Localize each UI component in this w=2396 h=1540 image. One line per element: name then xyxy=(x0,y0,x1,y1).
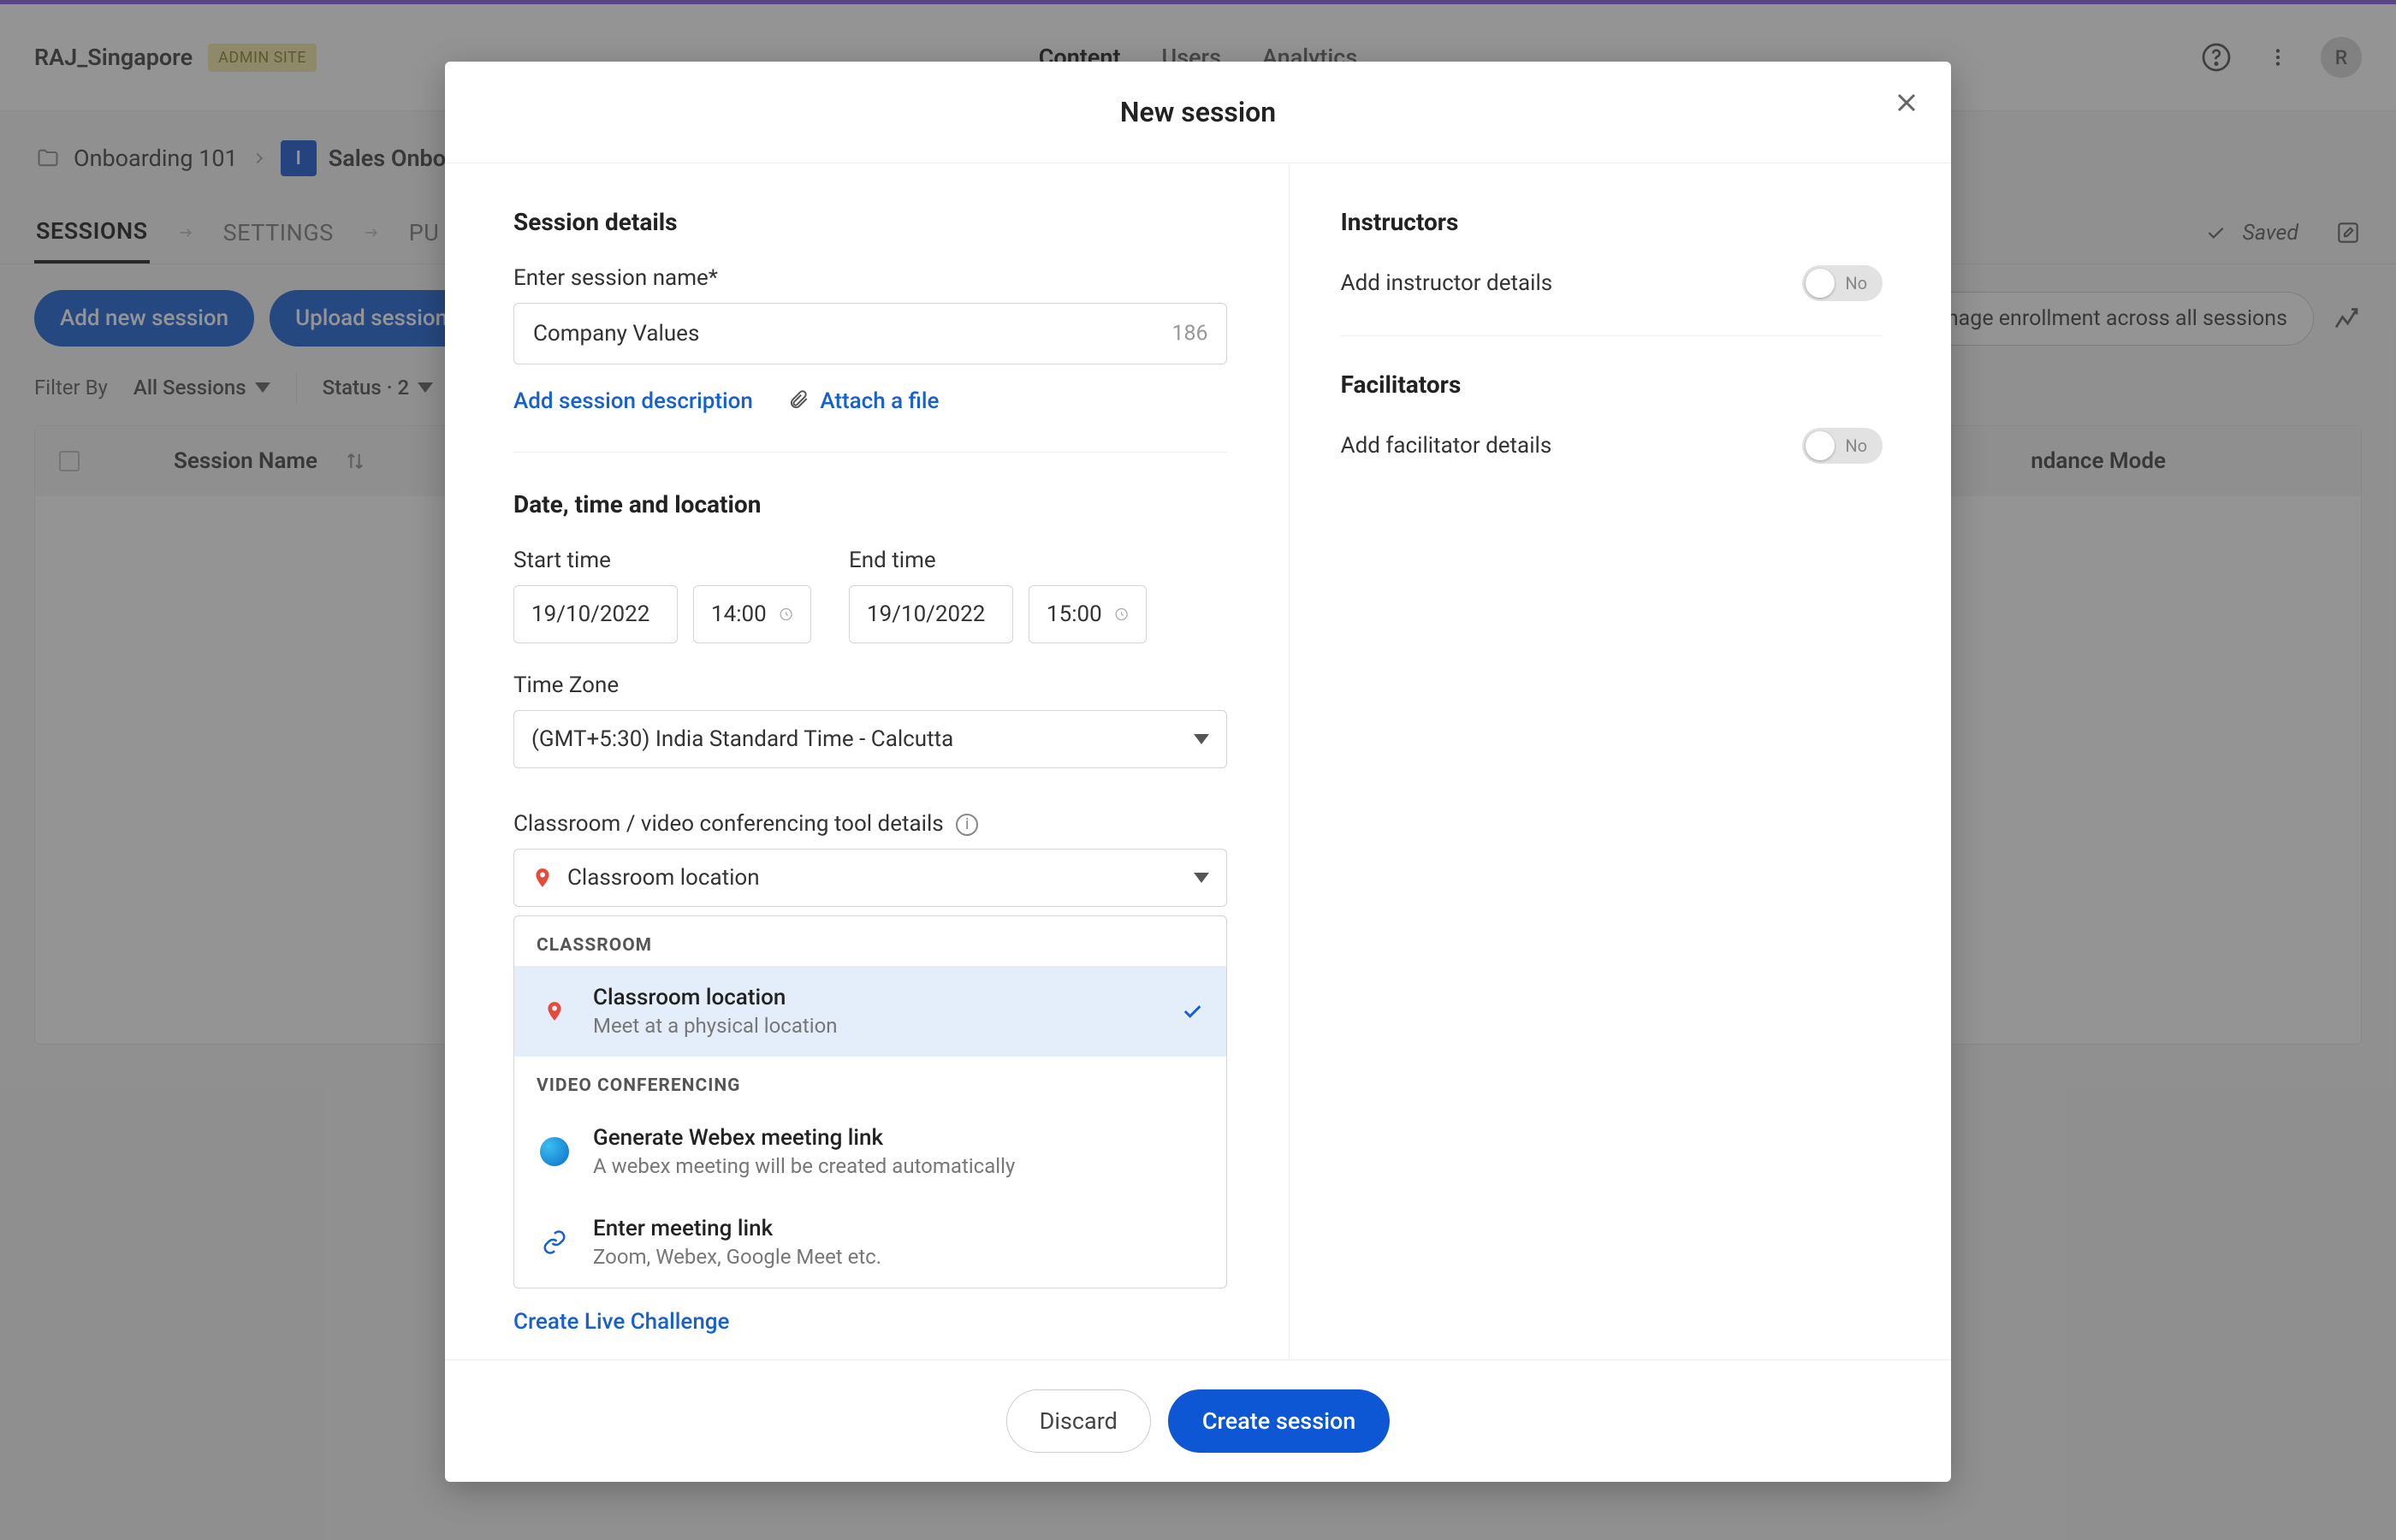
clock-icon xyxy=(779,604,793,625)
modal-overlay: New session Session details Enter sessio… xyxy=(0,0,2396,1540)
dropdown-section-classroom: CLASSROOM xyxy=(514,916,1226,966)
session-name-label: Enter session name* xyxy=(513,265,1227,291)
dropdown-option-subtitle: A webex meeting will be created automati… xyxy=(593,1154,1015,1178)
start-time-input[interactable]: 14:00 xyxy=(693,585,811,643)
paperclip-icon xyxy=(787,388,810,411)
dropdown-option-subtitle: Meet at a physical location xyxy=(593,1014,838,1038)
create-session-button[interactable]: Create session xyxy=(1168,1389,1390,1453)
checkmark-icon xyxy=(1180,999,1204,1023)
dropdown-option-subtitle: Zoom, Webex, Google Meet etc. xyxy=(593,1245,881,1269)
location-pin-icon xyxy=(543,998,566,1024)
dropdown-option-classroom-location[interactable]: Classroom location Meet at a physical lo… xyxy=(514,966,1226,1057)
dropdown-option-title: Generate Webex meeting link xyxy=(593,1125,1015,1151)
end-date-input[interactable]: 19/10/2022 xyxy=(849,585,1013,643)
instructor-toggle[interactable]: No xyxy=(1802,265,1883,301)
new-session-modal: New session Session details Enter sessio… xyxy=(445,62,1951,1482)
link-icon xyxy=(542,1229,567,1255)
facilitator-toggle[interactable]: No xyxy=(1802,428,1883,464)
start-date-input[interactable]: 19/10/2022 xyxy=(513,585,678,643)
tool-details-label: Classroom / video conferencing tool deta… xyxy=(513,811,1227,837)
dropdown-option-title: Enter meeting link xyxy=(593,1216,881,1241)
info-icon[interactable]: i xyxy=(956,814,978,836)
caret-down-icon xyxy=(1194,873,1209,883)
toggle-state-label: No xyxy=(1845,273,1867,293)
modal-title: New session xyxy=(1120,96,1276,128)
discard-button[interactable]: Discard xyxy=(1006,1389,1151,1453)
timezone-select[interactable]: (GMT+5:30) India Standard Time - Calcutt… xyxy=(513,710,1227,768)
dropdown-option-title: Classroom location xyxy=(593,985,838,1010)
session-name-input[interactable] xyxy=(513,303,1227,364)
close-icon[interactable] xyxy=(1891,87,1922,118)
add-facilitator-label: Add facilitator details xyxy=(1341,433,1552,459)
create-live-challenge-link[interactable]: Create Live Challenge xyxy=(513,1309,729,1335)
session-details-heading: Session details xyxy=(513,208,1227,236)
end-time-input[interactable]: 15:00 xyxy=(1029,585,1147,643)
dropdown-section-video: VIDEO CONFERENCING xyxy=(514,1057,1226,1106)
toggle-state-label: No xyxy=(1845,435,1867,456)
webex-icon xyxy=(540,1137,569,1166)
add-instructor-label: Add instructor details xyxy=(1341,270,1553,296)
attach-file-link[interactable]: Attach a file xyxy=(787,388,940,414)
clock-icon xyxy=(1114,604,1129,625)
conferencing-tool-select[interactable]: Classroom location xyxy=(513,849,1227,907)
end-time-label: End time xyxy=(849,548,1147,573)
tool-dropdown: CLASSROOM Classroom location Meet at a p… xyxy=(513,915,1227,1288)
datetime-heading: Date, time and location xyxy=(513,490,1227,518)
timezone-label: Time Zone xyxy=(513,672,1227,698)
caret-down-icon xyxy=(1194,734,1209,744)
char-remaining: 186 xyxy=(1171,322,1207,346)
location-pin-icon xyxy=(531,865,554,891)
dropdown-option-webex[interactable]: Generate Webex meeting link A webex meet… xyxy=(514,1106,1226,1197)
facilitators-heading: Facilitators xyxy=(1341,370,1883,399)
instructors-heading: Instructors xyxy=(1341,208,1883,236)
add-description-link[interactable]: Add session description xyxy=(513,388,753,414)
dropdown-option-meeting-link[interactable]: Enter meeting link Zoom, Webex, Google M… xyxy=(514,1197,1226,1288)
start-time-label: Start time xyxy=(513,548,811,573)
